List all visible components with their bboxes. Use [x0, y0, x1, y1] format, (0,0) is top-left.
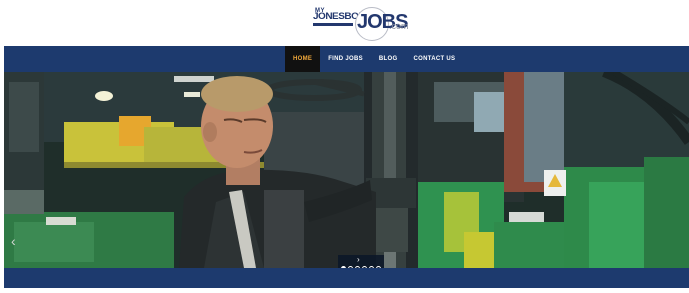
- logo-suffix: .com: [389, 21, 409, 31]
- slider-prev-icon[interactable]: ‹: [11, 234, 16, 248]
- site-logo[interactable]: MY JONESBORO JOBS .com: [312, 3, 412, 43]
- logo-underline: [313, 23, 353, 26]
- hero-image: [4, 72, 689, 268]
- nav-item-home[interactable]: HOME: [285, 46, 321, 72]
- nav-item-blog[interactable]: BLOG: [371, 46, 406, 72]
- main-navbar: HOME FIND JOBS BLOG CONTACT US: [4, 46, 689, 72]
- nav-item-find-jobs[interactable]: FIND JOBS: [320, 46, 371, 72]
- page: MY JONESBORO JOBS .com HOME FIND JOBS BL…: [0, 0, 689, 293]
- footer-bar: [4, 268, 689, 288]
- main-nav: HOME FIND JOBS BLOG CONTACT US: [285, 46, 463, 72]
- slider-next-icon[interactable]: ›: [357, 255, 360, 264]
- nav-item-contact-us[interactable]: CONTACT US: [405, 46, 463, 72]
- hero-slider: ‹: [4, 72, 689, 268]
